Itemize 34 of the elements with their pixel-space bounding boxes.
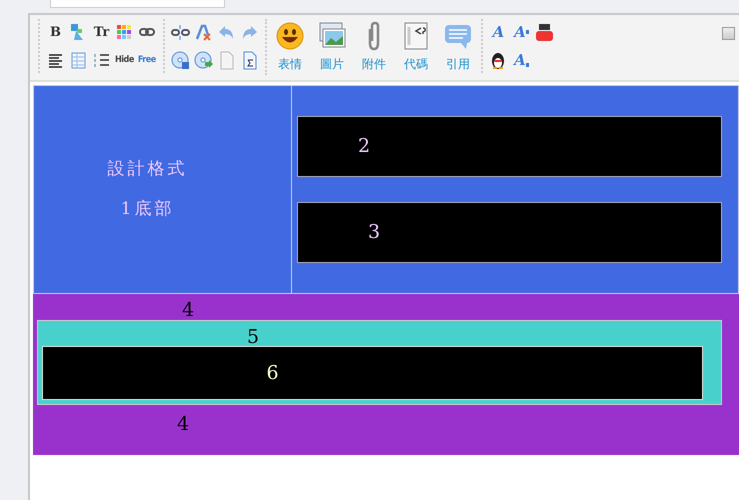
table-icon [69,50,88,70]
disc-icon [194,50,213,70]
image-button[interactable]: 圖片 [315,21,349,73]
cell-text: 設計格式 [108,158,188,181]
panel-number: 5 [247,326,260,348]
unlink-button[interactable] [171,22,190,42]
unlink-icon [171,22,190,42]
band-number: 4 [177,413,190,435]
disc-icon [171,50,190,70]
font-button[interactable]: A [489,22,508,42]
cell-text: 1底部 [120,198,174,220]
box-number: 6 [266,360,279,386]
font-size-button[interactable]: Tr [92,22,111,42]
box-number: 2 [358,134,370,160]
clear-format-button[interactable] [194,22,213,42]
color-grid-icon [115,22,134,42]
subscript-button[interactable]: A [512,50,531,70]
disc-button[interactable] [171,50,190,70]
title-field[interactable] [50,0,225,8]
speech-bubble-button[interactable]: 引用 [441,21,475,73]
code-button[interactable]: 代碼 [399,21,433,73]
band-number: 4 [182,299,194,321]
hide-button[interactable]: Hide [115,50,134,70]
smiley-button[interactable]: 表情 [273,21,307,73]
bold-button[interactable]: B [46,22,65,42]
free-button[interactable]: Free [138,50,156,70]
color-grid-button[interactable] [115,22,134,42]
smiley-icon [275,21,305,51]
checkbox[interactable] [722,27,735,40]
paperclip-button[interactable]: 附件 [357,21,391,73]
clear-format-icon [194,22,213,42]
superscript-button[interactable]: A [512,22,531,42]
box-number: 3 [368,220,380,246]
disc-button[interactable] [194,50,213,70]
